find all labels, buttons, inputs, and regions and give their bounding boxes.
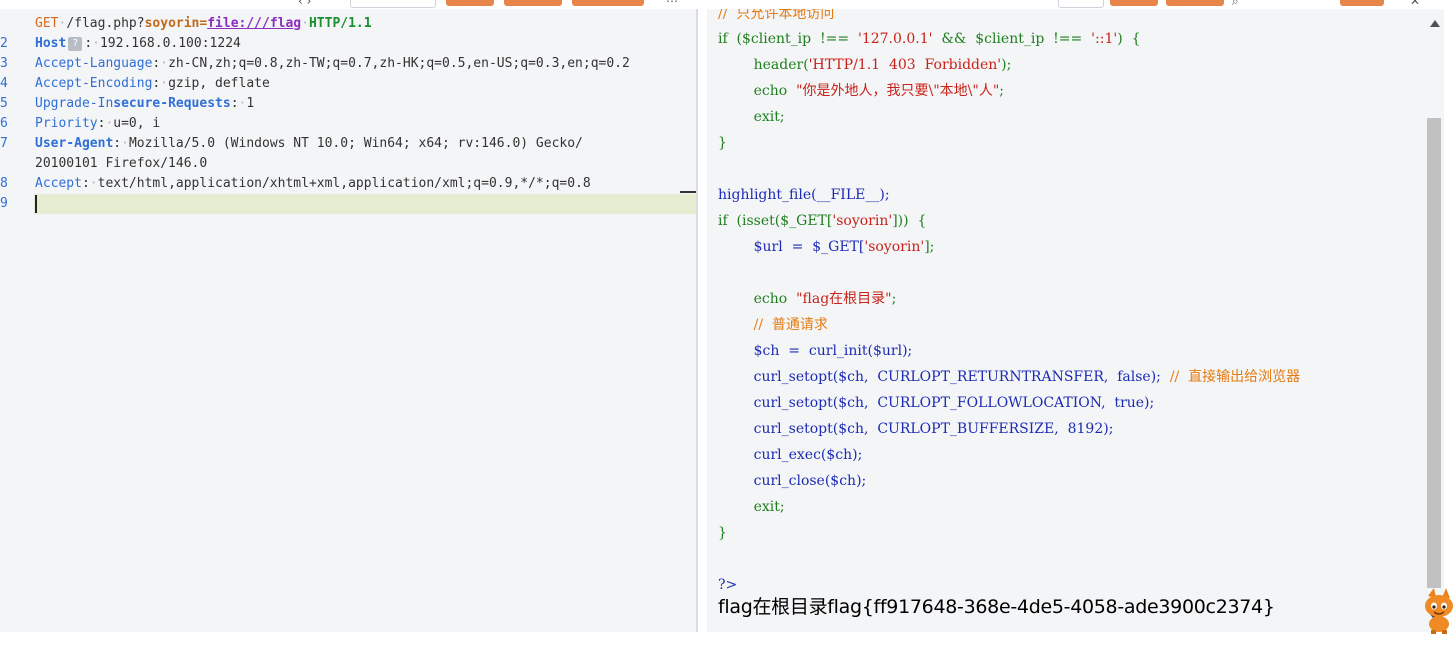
flag-output: flag在根目录flag{ff917648-368e-4de5-4058-ade… xyxy=(718,596,1275,618)
help-icon[interactable]: ? xyxy=(68,36,83,51)
header-user-agent: User-Agent:·Mozilla/5.0 (Windows NT 10.0… xyxy=(35,136,583,151)
toolbar-field-right[interactable] xyxy=(1058,0,1104,8)
header-key-bold: secure-Requests xyxy=(113,96,231,111)
header-value: 192.168.0.100:1224 xyxy=(99,36,241,51)
code-line: echo "你是外地人，我只要\"本地\"人"; xyxy=(718,83,1004,99)
toolbar-button-3[interactable] xyxy=(572,0,644,6)
code-line: exit; xyxy=(718,109,785,125)
split-marker xyxy=(680,191,696,193)
close-icon[interactable]: ✕ xyxy=(1410,0,1420,8)
header-value: 1 xyxy=(246,96,255,111)
code-line: exit; xyxy=(718,499,785,515)
request-editor[interactable]: 2 3 4 5 6 7 8 9 GET·/flag.php?soyorin=fi… xyxy=(0,9,696,632)
toolbar-button-1[interactable] xyxy=(446,0,494,6)
request-protocol: HTTP/1.1 xyxy=(308,16,372,31)
toolbar: ‹ › ⋯ ⌕ ✕ xyxy=(0,0,1456,9)
nav-arrows-icon[interactable]: ‹ › xyxy=(298,0,311,8)
request-line: GET·/flag.php?soyorin=file:///flag·HTTP/… xyxy=(35,16,372,31)
line-number: 8 xyxy=(0,176,8,191)
header-key: Host xyxy=(35,36,67,51)
request-path: /flag.php? xyxy=(66,16,145,31)
search-icon[interactable]: ⌕ xyxy=(1232,0,1239,9)
current-line-highlight xyxy=(34,194,696,214)
code-comment: // 只允许本地访问 xyxy=(718,9,835,22)
line-number: 3 xyxy=(0,56,8,71)
code-line: echo "flag在根目录"; xyxy=(718,291,897,307)
response-view: // 只允许本地访问 if ($client_ip !== '127.0.0.1… xyxy=(707,9,1424,632)
toolbar-target-field[interactable] xyxy=(350,0,436,8)
header-key: Accept-Encoding xyxy=(35,76,153,91)
code-line: header('HTTP/1.1 403 Forbidden'); xyxy=(718,57,1012,73)
header-value: text/html,application/xhtml+xml,applicat… xyxy=(97,176,591,191)
scroll-up-icon[interactable] xyxy=(1430,20,1440,27)
mascot-icon xyxy=(1425,588,1453,634)
code-line: if (isset($_GET['soyorin'])) { xyxy=(718,213,927,229)
code-line: curl_setopt($ch, CURLOPT_BUFFERSIZE, 819… xyxy=(718,421,1114,437)
code-line: highlight_file(__FILE__); xyxy=(718,187,890,203)
code-line: if ($client_ip !== '127.0.0.1' && $clien… xyxy=(718,31,1141,47)
line-number: 4 xyxy=(0,76,8,91)
line-number: 6 xyxy=(0,116,8,131)
query-param-name: soyorin= xyxy=(144,16,208,31)
request-method: GET xyxy=(35,16,59,31)
header-key: Priority xyxy=(35,116,98,131)
header-key: Accept xyxy=(35,176,82,191)
header-upgrade-insecure: Upgrade-Insecure-Requests:·1 xyxy=(35,96,255,111)
scrollbar-thumb[interactable] xyxy=(1427,118,1441,588)
code-line: curl_exec($ch); xyxy=(718,447,863,463)
header-key: User-Agent xyxy=(35,136,114,151)
header-value: Mozilla/5.0 (Windows NT 10.0; Win64; x64… xyxy=(128,136,583,151)
header-value: u=0, i xyxy=(113,116,161,131)
header-host: Host?:·192.168.0.100:1224 xyxy=(35,36,241,51)
header-value: zh-CN,zh;q=0.8,zh-TW;q=0.7,zh-HK;q=0.5,e… xyxy=(168,56,630,71)
code-line: curl_close($ch); xyxy=(718,473,867,489)
more-icon[interactable]: ⋯ xyxy=(666,0,678,8)
header-accept-language: Accept-Language:·zh-CN,zh;q=0.8,zh-TW;q=… xyxy=(35,56,630,71)
text-caret xyxy=(35,195,37,213)
code-line: curl_setopt($ch, CURLOPT_RETURNTRANSFER,… xyxy=(718,369,1301,385)
line-number: 5 xyxy=(0,96,8,111)
header-value: gzip, deflate xyxy=(168,76,270,91)
code-line: } xyxy=(718,135,727,151)
code-line: curl_setopt($ch, CURLOPT_FOLLOWLOCATION,… xyxy=(718,395,1155,411)
toolbar-button-6[interactable] xyxy=(1340,0,1384,6)
header-priority: Priority:·u=0, i xyxy=(35,116,161,131)
header-key: Upgrade-In xyxy=(35,96,114,111)
header-accept: Accept:·text/html,application/xhtml+xml,… xyxy=(35,176,591,191)
code-line: } xyxy=(718,525,727,541)
header-key: Accept-Language xyxy=(35,56,153,71)
toolbar-button-2[interactable] xyxy=(504,0,562,6)
toolbar-button-5[interactable] xyxy=(1166,0,1224,6)
query-param-value: file:///flag xyxy=(207,16,302,31)
header-user-agent-wrap: 20100101 Firefox/146.0 xyxy=(35,156,208,171)
code-comment: // 普通请求 xyxy=(718,317,828,333)
line-number: 7 xyxy=(0,136,8,151)
toolbar-button-4[interactable] xyxy=(1110,0,1158,6)
line-number: 2 xyxy=(0,36,8,51)
line-number: 9 xyxy=(0,196,8,211)
pane-divider[interactable] xyxy=(696,9,698,632)
code-line: $url = $_GET['soyorin']; xyxy=(718,239,935,255)
code-line: $ch = curl_init($url); xyxy=(718,343,913,359)
header-accept-encoding: Accept-Encoding:·gzip, deflate xyxy=(35,76,270,91)
